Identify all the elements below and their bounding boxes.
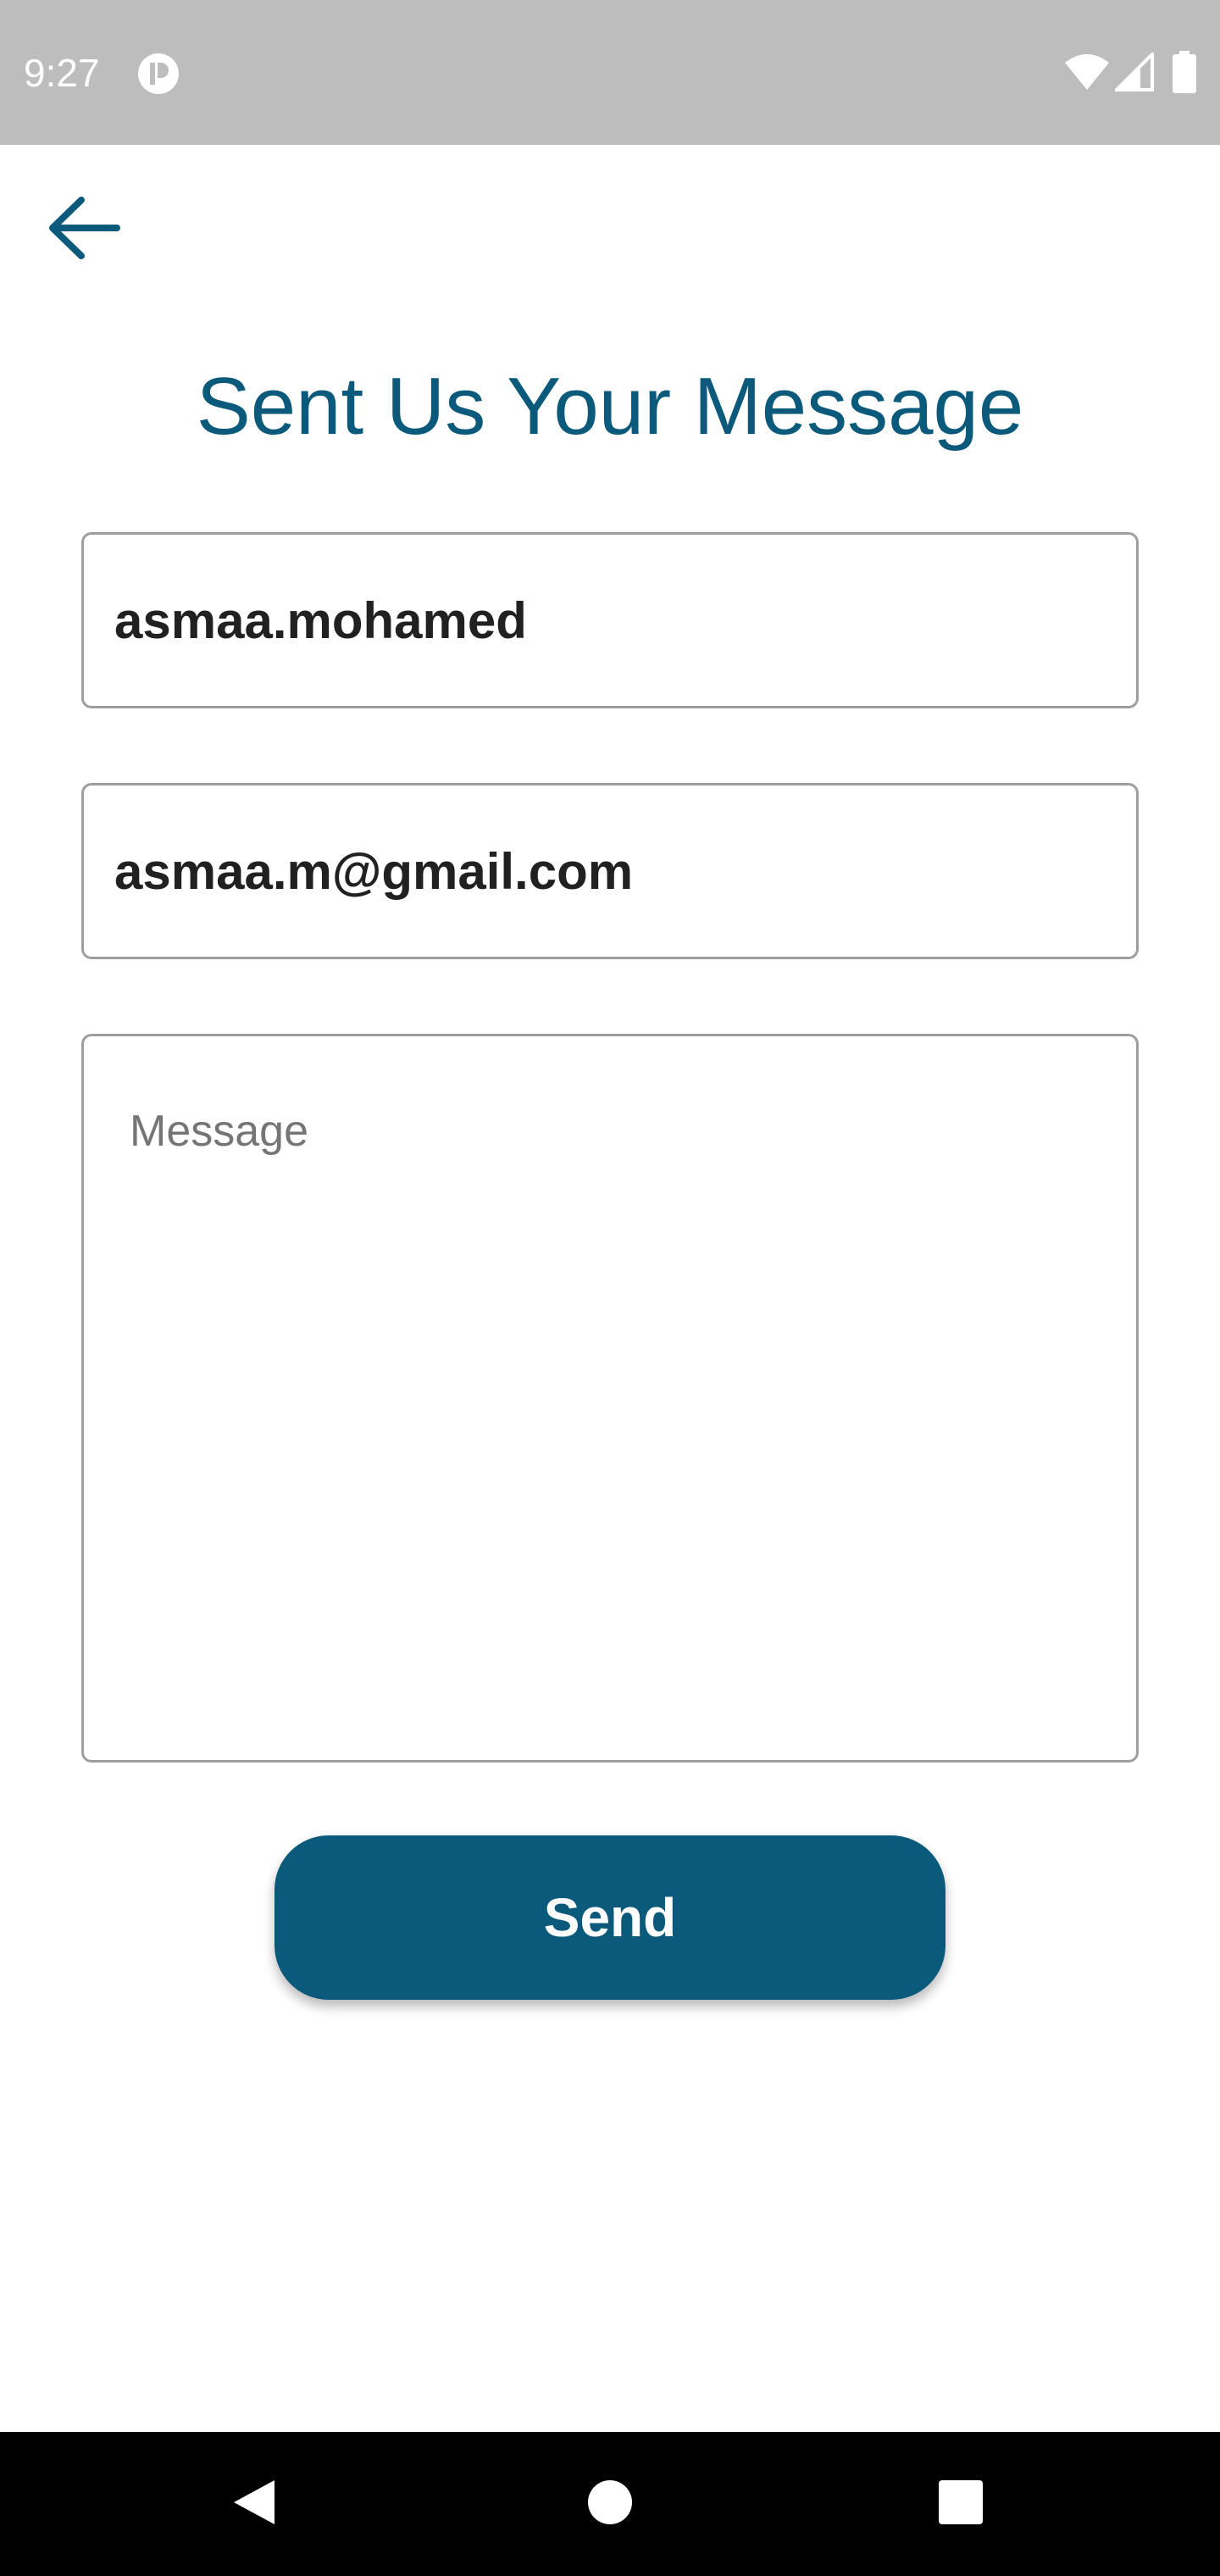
- nav-back-icon: [230, 2477, 278, 2532]
- nav-home-icon: [586, 2479, 634, 2530]
- status-time: 9:27: [24, 51, 100, 95]
- email-input[interactable]: [84, 786, 1136, 957]
- page-title: Sent Us Your Message: [196, 361, 1024, 452]
- nav-home-button[interactable]: [542, 2432, 678, 2576]
- message-input[interactable]: [84, 1036, 1136, 1760]
- contact-screen: 9:27 Sent Us Your Message asmaa.mohamed …: [0, 0, 1220, 2576]
- message-field[interactable]: [81, 1034, 1139, 1763]
- navigation-bar: [0, 2432, 1220, 2576]
- arrow-back-icon: [46, 190, 122, 270]
- nav-recents-button[interactable]: [893, 2432, 1029, 2576]
- send-button[interactable]: Send: [274, 1835, 946, 2000]
- battery-icon: [1173, 51, 1196, 93]
- username-field[interactable]: [81, 532, 1139, 708]
- app-notification-icon: [137, 53, 180, 95]
- back-button[interactable]: [37, 183, 130, 276]
- status-bar: 9:27: [0, 0, 1220, 145]
- nav-back-button[interactable]: [186, 2432, 322, 2576]
- username-input[interactable]: [84, 535, 1136, 706]
- email-field[interactable]: [81, 783, 1139, 959]
- signal-icon: [1112, 50, 1154, 92]
- wifi-icon: [1063, 53, 1111, 92]
- nav-recents-icon: [937, 2479, 984, 2530]
